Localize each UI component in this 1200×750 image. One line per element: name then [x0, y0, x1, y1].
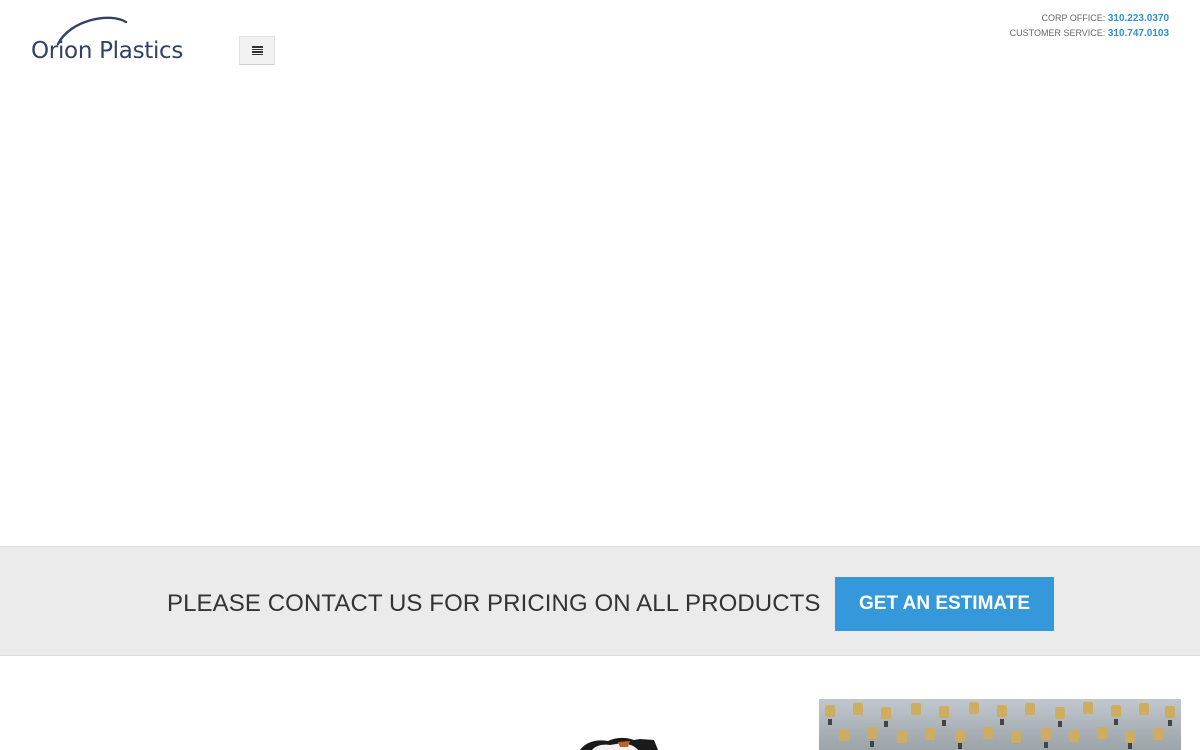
bottles-image-partial[interactable] — [819, 699, 1181, 750]
menu-toggle-button[interactable] — [239, 36, 275, 65]
contact-info: CORP OFFICE: 310.223.0370 CUSTOMER SERVI… — [1010, 11, 1169, 41]
pricing-callout: PLEASE CONTACT US FOR PRICING ON ALL PRO… — [0, 546, 1200, 656]
get-estimate-button[interactable]: GET AN ESTIMATE — [835, 577, 1054, 631]
logo-text: Orion Plastics — [31, 38, 184, 64]
product-image-graphic — [580, 737, 658, 750]
bottles-image-graphic — [819, 699, 1181, 750]
page: Orion Plastics CORP OFFICE: 310.223.0370… — [0, 0, 1200, 750]
corp-office-label: CORP OFFICE: — [1041, 13, 1106, 23]
logo-link[interactable]: Orion Plastics — [30, 14, 205, 70]
corp-office-phone-link[interactable]: 310.223.0370 — [1108, 13, 1169, 24]
product-image-partial[interactable] — [578, 735, 660, 750]
customer-service-phone-link[interactable]: 310.747.0103 — [1108, 28, 1169, 39]
callout-text: PLEASE CONTACT US FOR PRICING ON ALL PRO… — [167, 590, 821, 617]
customer-service-line: CUSTOMER SERVICE: 310.747.0103 — [1010, 26, 1169, 41]
hamburger-icon — [251, 46, 263, 55]
corp-office-line: CORP OFFICE: 310.223.0370 — [1010, 11, 1169, 26]
site-header: Orion Plastics CORP OFFICE: 310.223.0370… — [0, 0, 1200, 90]
customer-service-label: CUSTOMER SERVICE: — [1009, 28, 1106, 38]
